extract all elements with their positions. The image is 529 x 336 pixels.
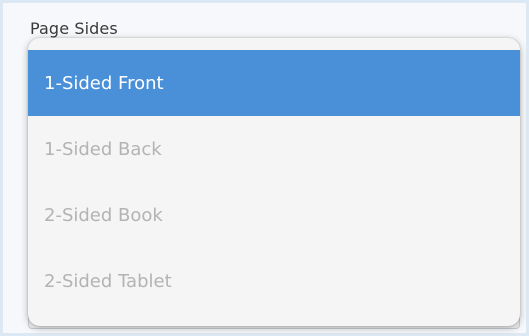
- option-1-sided-front[interactable]: 1-Sided Front: [28, 50, 520, 116]
- form-panel: Page Sides 1-Sided Front 1-Sided Back 2-…: [0, 0, 529, 336]
- option-2-sided-tablet[interactable]: 2-Sided Tablet: [28, 248, 520, 314]
- option-2-sided-book[interactable]: 2-Sided Book: [28, 182, 520, 248]
- option-1-sided-back[interactable]: 1-Sided Back: [28, 116, 520, 182]
- page-sides-label: Page Sides: [30, 19, 118, 38]
- page-sides-dropdown-menu: 1-Sided Front 1-Sided Back 2-Sided Book …: [28, 38, 520, 326]
